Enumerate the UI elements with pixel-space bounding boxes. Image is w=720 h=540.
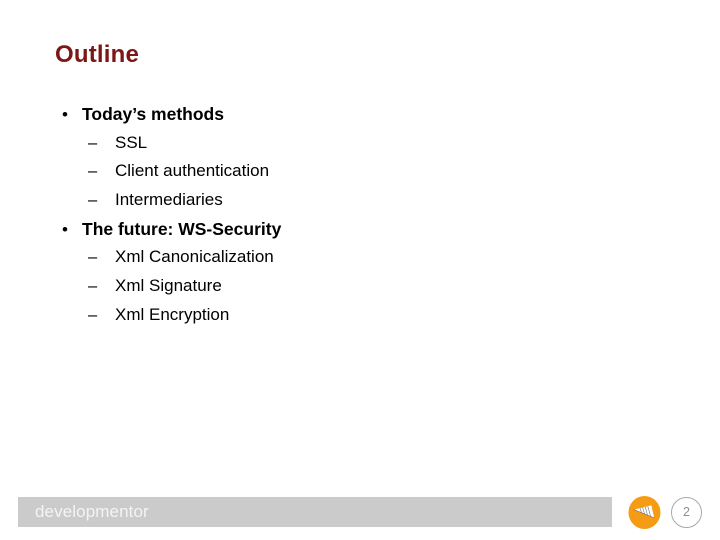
list-item: – Intermediaries: [58, 190, 658, 219]
brand-label: developmentor: [35, 502, 149, 521]
list-item-label: Xml Encryption: [115, 304, 230, 324]
list-item: – Xml Canonicalization: [58, 247, 658, 276]
bullet-marker: •: [62, 219, 68, 239]
list-item-label: SSL: [115, 132, 148, 152]
bullet-marker: –: [88, 191, 98, 210]
list-item-label: Client authentication: [115, 161, 270, 181]
page-number-badge: 2: [671, 497, 702, 528]
list-item: – Xml Encryption: [58, 305, 658, 334]
list-item-label: The future: WS-Security: [82, 218, 282, 239]
page-title: Outline: [55, 41, 140, 68]
outline-list: • Today’s methods – SSL – Client authent…: [58, 104, 658, 334]
list-item-label: Today’s methods: [82, 104, 224, 124]
list-item: • The future: WS-Security: [58, 219, 658, 248]
bullet-marker: –: [88, 162, 98, 181]
footer-bar: developmentor: [18, 497, 612, 527]
list-item-label: Xml Signature: [115, 276, 222, 296]
list-item: – SSL: [58, 133, 658, 162]
page-number: 2: [683, 505, 690, 520]
bullet-marker: –: [88, 305, 98, 324]
bullet-marker: –: [88, 277, 98, 296]
list-item-label: Xml Canonicalization: [115, 247, 274, 267]
list-item: – Xml Signature: [58, 276, 658, 305]
bullet-marker: •: [62, 105, 68, 124]
bullet-marker: –: [88, 248, 98, 267]
developmentor-swoosh-logo-icon: [627, 495, 662, 530]
list-item: – Client authentication: [58, 161, 658, 190]
list-item: • Today’s methods: [58, 104, 658, 133]
bullet-marker: –: [88, 133, 98, 152]
slide-canvas: Outline • Today’s methods – SSL – Client…: [0, 0, 720, 540]
list-item-label: Intermediaries: [115, 190, 223, 210]
